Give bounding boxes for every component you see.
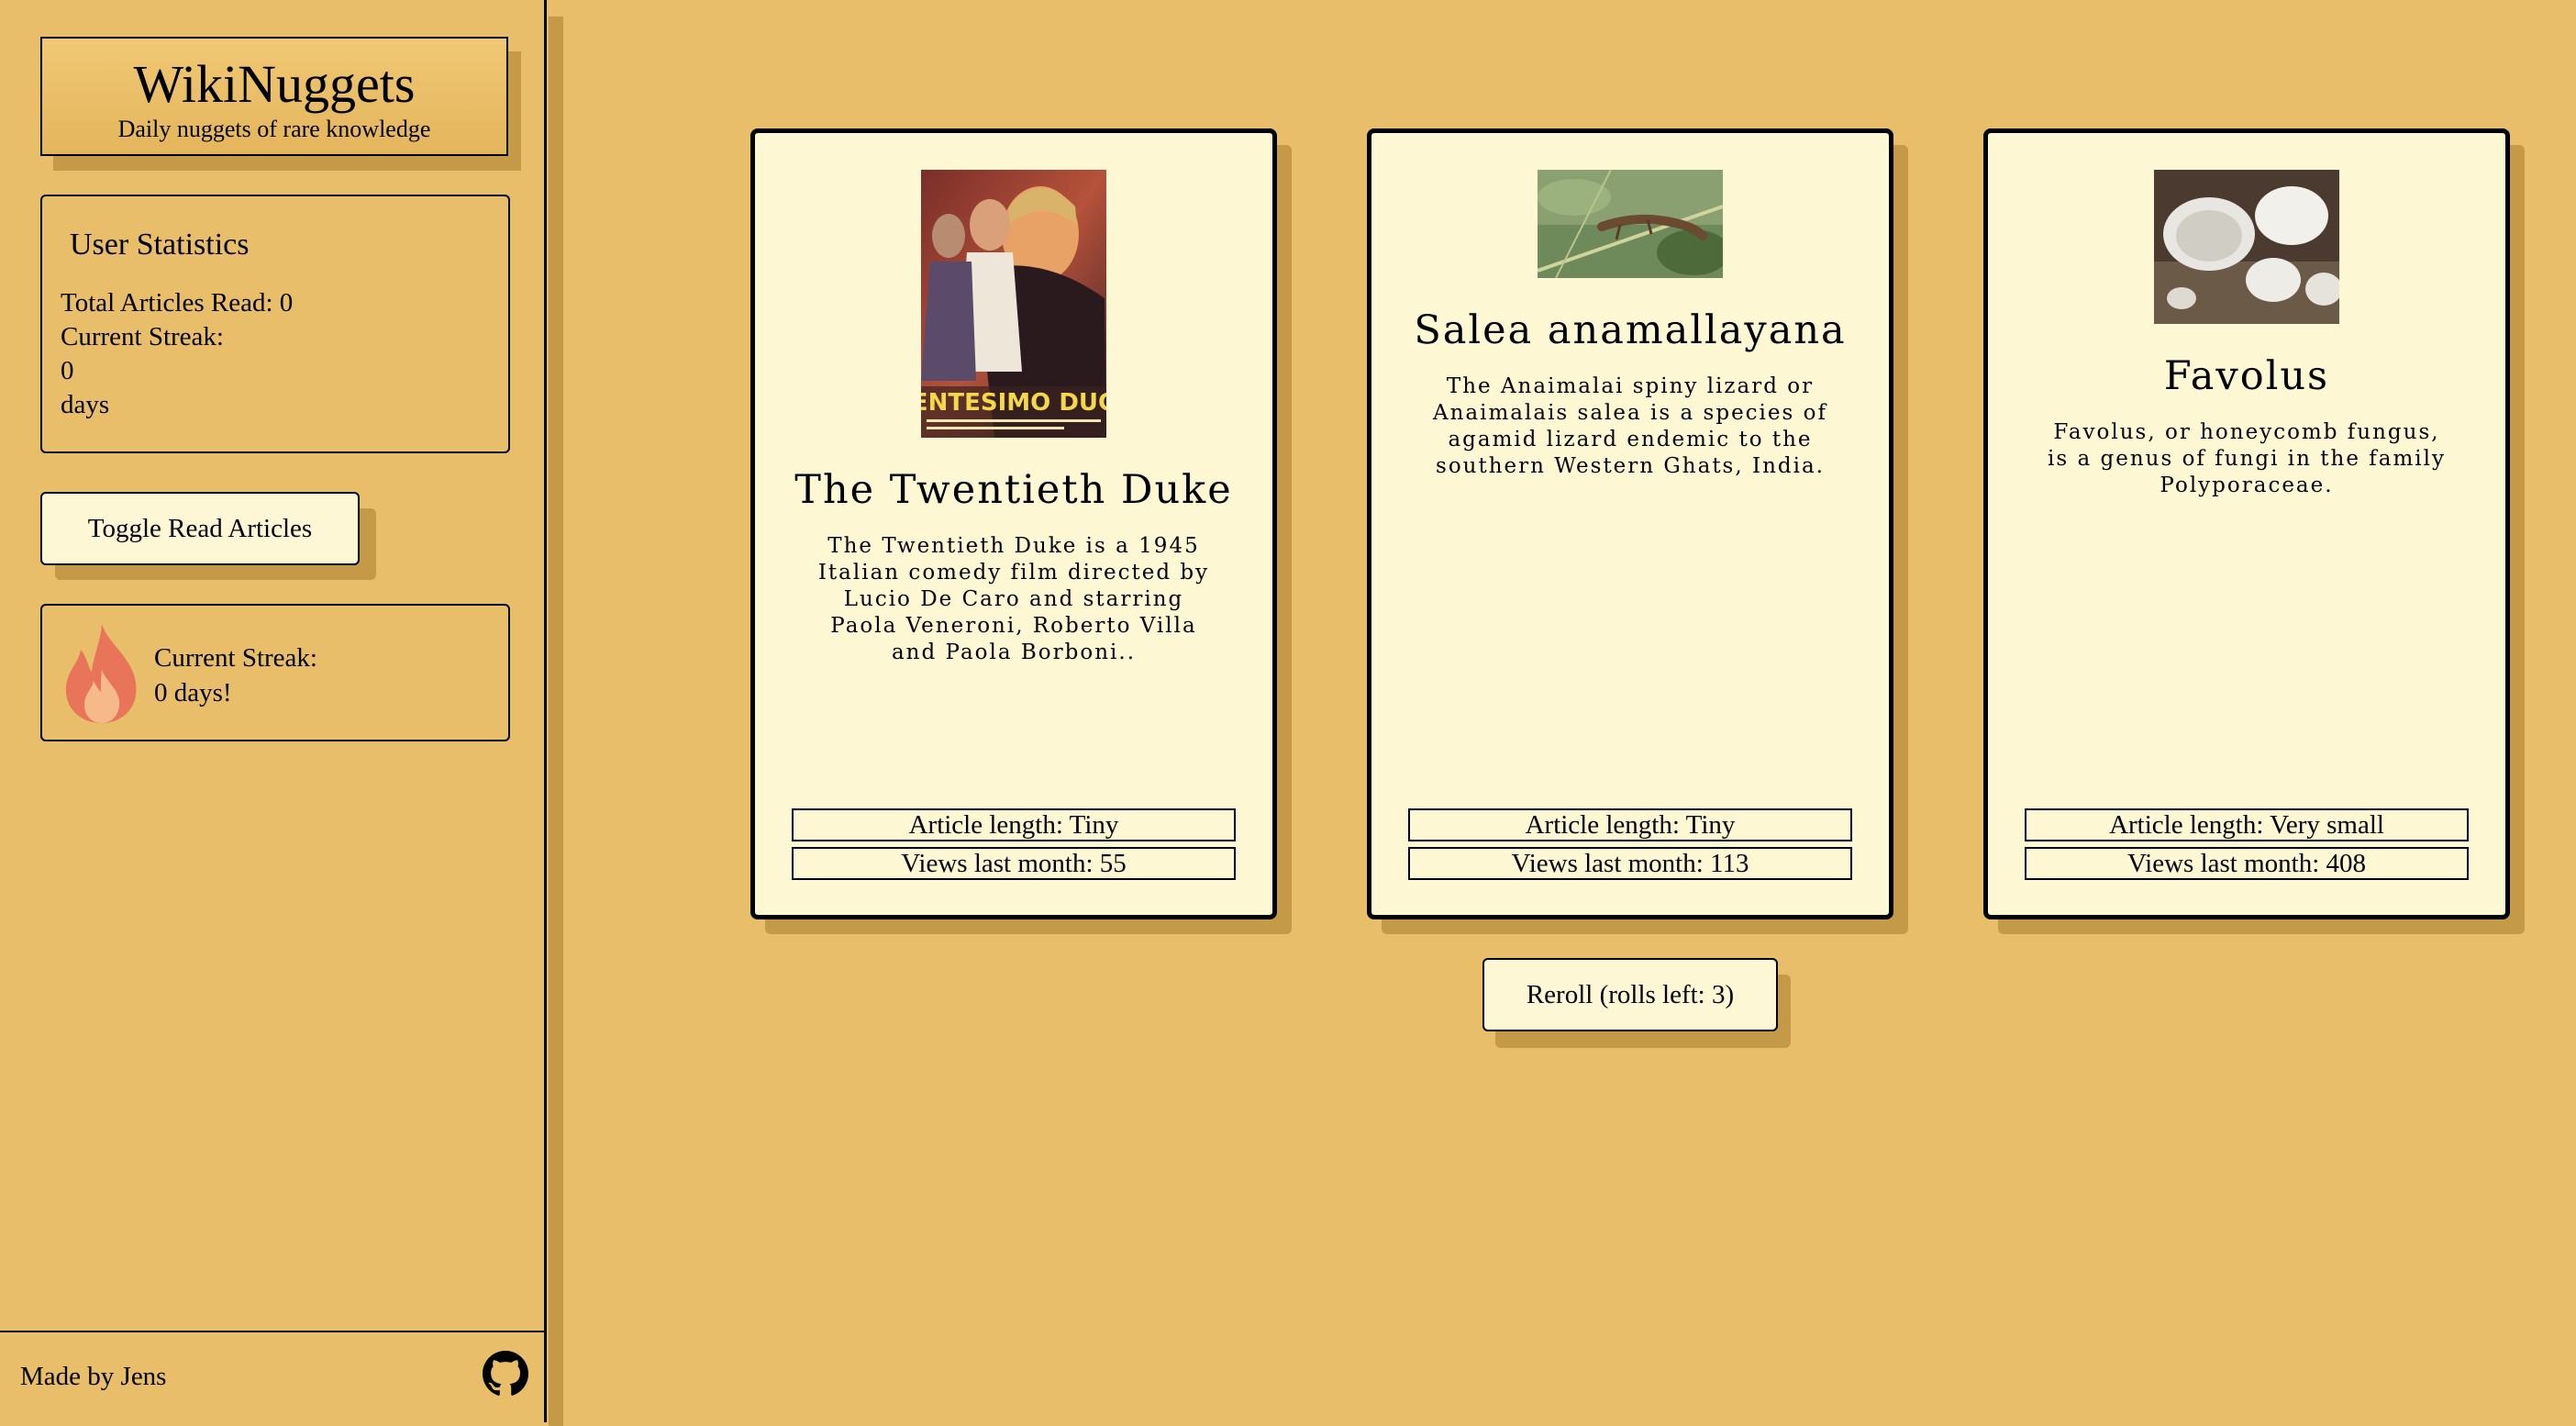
card-description: The Twentieth Duke is a 1945 Italian com… [817, 534, 1210, 664]
card-title: Favolus [2163, 353, 2330, 399]
made-by-text: Made by Jens [20, 1362, 167, 1391]
views-last-month: Views last month: 113 [1408, 847, 1852, 880]
github-icon[interactable] [483, 1351, 528, 1397]
current-streak-unit: days [61, 390, 110, 419]
article-card-salea[interactable]: Salea anamallayana The Anaimalai spiny l… [1367, 128, 1893, 919]
card-description: The Anaimalai spiny lizard or Anaimalais… [1432, 374, 1827, 478]
lizard-photo [1538, 170, 1723, 278]
total-articles-read: Total Articles Read: 0 [61, 288, 294, 318]
article-length: Article length: Tiny [1408, 808, 1852, 841]
stats-heading: User Statistics [70, 228, 250, 262]
app-subtitle: Daily nuggets of rare knowledge [117, 116, 431, 142]
views-last-month: Views last month: 408 [2025, 847, 2469, 880]
flame-icon [65, 624, 137, 723]
card-title: Salea anamallayana [1414, 307, 1847, 353]
card-description: Favolus, or honeycomb fungus, is a genus… [2048, 420, 2446, 497]
sidebar-shadow [549, 17, 563, 1426]
user-statistics-panel: User Statistics Total Articles Read: 0 C… [40, 195, 510, 453]
article-length: Article length: Tiny [792, 808, 1236, 841]
brand-box: WikiNuggets Daily nuggets of rare knowle… [40, 37, 508, 156]
streak-panel: Current Streak: 0 days! [40, 604, 510, 741]
reroll-button[interactable]: Reroll (rolls left: 3) [1482, 958, 1778, 1031]
card-title: The Twentieth Duke [794, 467, 1233, 513]
views-last-month: Views last month: 55 [792, 847, 1236, 880]
app-title: WikiNuggets [133, 54, 416, 114]
article-card-twentieth-duke[interactable]: VENTESIMO DUCA The Twentieth Duke The Tw… [750, 128, 1277, 919]
footer-divider [0, 1331, 547, 1332]
article-length: Article length: Very small [2025, 808, 2469, 841]
streak-label: Current Streak: [154, 643, 317, 673]
streak-days: 0 days! [154, 678, 232, 707]
current-streak-value: 0 [61, 356, 74, 385]
current-streak-label: Current Streak: [61, 322, 224, 351]
fungus-photo [2154, 170, 2339, 324]
toggle-read-articles-button[interactable]: Toggle Read Articles [40, 492, 360, 565]
article-card-favolus[interactable]: Favolus Favolus, or honeycomb fungus, is… [1983, 128, 2510, 919]
movie-poster-image: VENTESIMO DUCA [921, 170, 1106, 438]
poster-title: VENTESIMO DUCA [921, 389, 1106, 417]
